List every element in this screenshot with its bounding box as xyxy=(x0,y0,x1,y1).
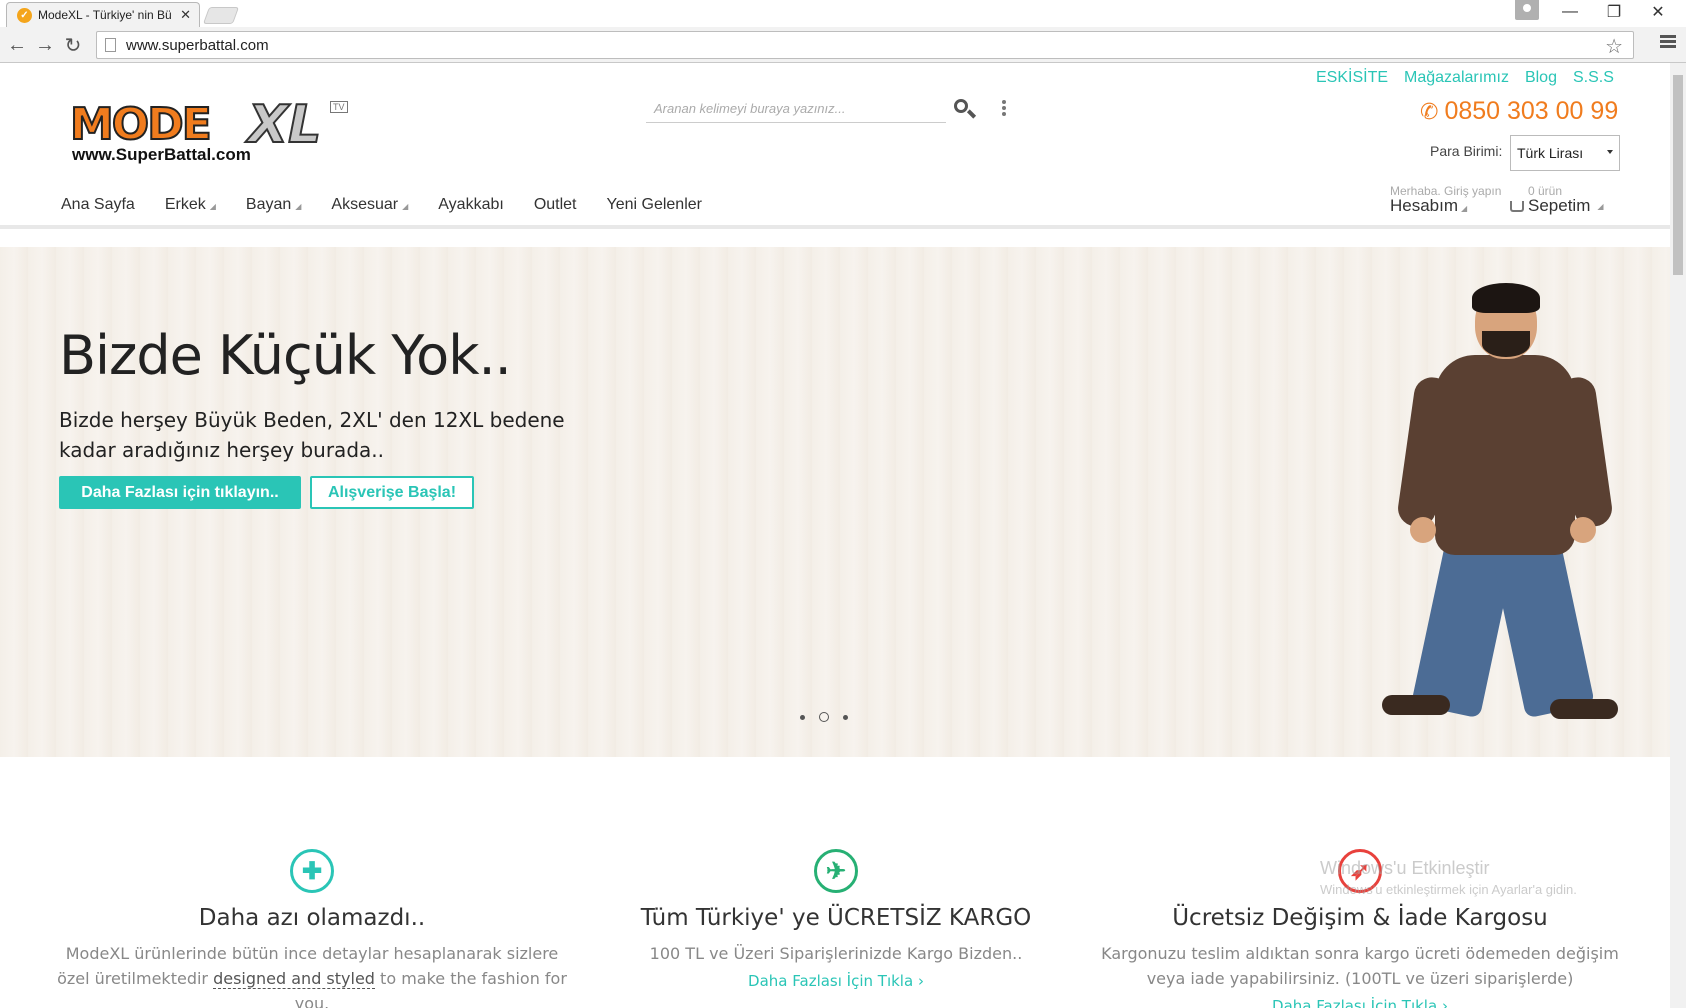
nav-aksesuar[interactable]: Aksesuar ◢ xyxy=(331,196,408,214)
slider-dots xyxy=(800,712,848,722)
logo-url: www.SuperBattal.com xyxy=(72,145,251,164)
cart-icon xyxy=(1510,200,1524,212)
feature-title: Tüm Türkiye' ye ÜCRETSİZ KARGO xyxy=(640,905,1032,931)
nav-divider xyxy=(0,225,1670,229)
forward-icon[interactable]: → xyxy=(32,32,58,58)
new-tab-button[interactable] xyxy=(202,7,240,24)
nav-yeni-gelenler[interactable]: Yeni Gelenler xyxy=(607,196,702,214)
favicon-icon: ✓ xyxy=(17,7,32,23)
cart-label: Sepetim xyxy=(1528,196,1591,215)
bookmark-star-icon[interactable]: ☆ xyxy=(1605,34,1623,59)
scroll-thumb[interactable] xyxy=(1673,75,1683,275)
hero-subtitle: Bizde herşey Büyük Beden, 2XL' den 12XL … xyxy=(59,408,565,462)
nav-ana-sayfa[interactable]: Ana Sayfa xyxy=(61,196,135,214)
account-menu[interactable]: Merhaba. Giriş yapın Hesabım ◢ xyxy=(1390,184,1501,216)
browser-tab[interactable]: ✓ ModeXL - Türkiye' nin Bü ✕ xyxy=(6,2,200,27)
currency-label: Para Birimi: xyxy=(1430,143,1503,159)
account-label: Hesabım xyxy=(1390,196,1459,215)
nav-outlet[interactable]: Outlet xyxy=(534,196,577,214)
site-logo[interactable]: MODE XL TV www.SuperBattal.com xyxy=(69,98,360,164)
more-info-button[interactable]: Daha Fazlası için tıklayın.. xyxy=(59,476,301,509)
slider-dot[interactable] xyxy=(800,714,805,720)
dropdown-triangle-icon: ◢ xyxy=(402,202,409,211)
link-blog[interactable]: Blog xyxy=(1525,69,1557,87)
feature-shipping: ✈ Tüm Türkiye' ye ÜCRETSİZ KARGO 100 TL … xyxy=(576,849,1096,990)
reload-icon[interactable]: ↻ xyxy=(60,32,86,58)
currency-select[interactable]: Türk Lirası xyxy=(1510,135,1620,171)
dropdown-triangle-icon: ◢ xyxy=(295,202,302,211)
main-nav: Ana Sayfa Erkek ◢ Bayan ◢ Aksesuar ◢ Ayakka… xyxy=(61,196,732,214)
nav-bayan[interactable]: Bayan ◢ xyxy=(246,196,302,214)
dropdown-triangle-icon: ◢ xyxy=(209,202,216,211)
hero-model-image xyxy=(1380,283,1618,719)
feature-text: ModeXL ürünlerinde bütün ince detaylar h… xyxy=(57,944,567,1008)
feature-text: Kargonuzu teslim aldıktan sonra kargo üc… xyxy=(1101,944,1619,988)
search-input[interactable]: Aranan kelimeyi buraya yazınız... xyxy=(646,93,946,123)
activation-watermark-sub: Windows'u etkinleştirmek için Ayarlar'a … xyxy=(1320,882,1577,897)
logo-xl: XL xyxy=(247,95,322,155)
tab-close-icon[interactable]: ✕ xyxy=(180,7,191,23)
feature-more-link[interactable]: Daha Fazlası İçin Tıkla › xyxy=(576,972,1096,990)
puzzle-icon: ✚ xyxy=(290,849,334,893)
browser-menu-icon[interactable] xyxy=(1660,35,1676,50)
url-text: www.superbattal.com xyxy=(126,36,269,54)
hero-title: Bizde Küçük Yok.. xyxy=(59,324,512,387)
browser-toolbar: ← → ↻ www.superbattal.com ☆ xyxy=(0,27,1686,63)
cart-menu[interactable]: 0 ürün Sepetim ◢ xyxy=(1510,184,1604,216)
link-eskisite[interactable]: ESKİSİTE xyxy=(1316,69,1388,87)
profile-icon[interactable] xyxy=(1515,0,1539,20)
link-magazalar[interactable]: Mağazalarımız xyxy=(1404,69,1509,87)
slider-dot[interactable] xyxy=(843,714,848,720)
feature-title: Ücretsiz Değişim & İade Kargosu xyxy=(1172,905,1548,931)
nav-erkek[interactable]: Erkek ◢ xyxy=(165,196,216,214)
feature-quality: ✚ Daha azı olamazdı.. ModeXL ürünlerinde… xyxy=(52,849,572,1008)
logo-mode: MODE xyxy=(69,99,213,150)
designed-link[interactable]: designed and styled xyxy=(213,969,375,989)
plane-icon: ✈ xyxy=(814,849,858,893)
phone-text: 0850 303 00 99 xyxy=(1444,97,1619,125)
phone-number: ✆ 0850 303 00 99 xyxy=(1420,97,1618,126)
search-icon[interactable] xyxy=(952,98,977,122)
page-scrollbar[interactable] xyxy=(1670,63,1686,1008)
address-bar[interactable]: www.superbattal.com ☆ xyxy=(96,31,1634,59)
more-options-icon[interactable] xyxy=(1002,100,1006,118)
logo-tv: TV xyxy=(330,101,348,113)
slider-dot-active[interactable] xyxy=(819,712,829,722)
start-shopping-button[interactable]: Alışverişe Başla! xyxy=(310,476,474,509)
hero-slider: Bizde Küçük Yok.. Bizde herşey Büyük Bed… xyxy=(0,247,1670,757)
dropdown-triangle-icon: ◢ xyxy=(1461,204,1468,213)
phone-icon: ✆ xyxy=(1420,98,1439,124)
close-window-button[interactable]: ✕ xyxy=(1638,0,1678,24)
feature-title: Daha azı olamazdı.. xyxy=(198,905,426,931)
link-sss[interactable]: S.S.S xyxy=(1573,69,1614,87)
feature-more-link[interactable]: Daha Fazlası İçin Tıkla › xyxy=(1100,997,1620,1008)
restore-button[interactable]: ❐ xyxy=(1594,0,1634,24)
tab-title: ModeXL - Türkiye' nin Bü xyxy=(38,8,172,22)
dropdown-triangle-icon: ◢ xyxy=(1597,201,1604,211)
currency-value: Türk Lirası xyxy=(1517,145,1584,161)
top-links: ESKİSİTE Mağazalarımız Blog S.S.S xyxy=(1316,69,1614,87)
page-icon xyxy=(105,38,116,52)
back-icon[interactable]: ← xyxy=(4,32,30,58)
feature-text: 100 TL ve Üzeri Siparişlerinizde Kargo B… xyxy=(649,944,1023,963)
browser-tab-bar: ✓ ModeXL - Türkiye' nin Bü ✕ — ❐ ✕ xyxy=(0,0,1686,27)
minimize-button[interactable]: — xyxy=(1550,0,1590,24)
nav-ayakkabi[interactable]: Ayakkabı xyxy=(438,196,504,214)
chevron-down-icon xyxy=(1607,150,1613,154)
activation-watermark: Windows'u Etkinleştir xyxy=(1320,858,1490,878)
